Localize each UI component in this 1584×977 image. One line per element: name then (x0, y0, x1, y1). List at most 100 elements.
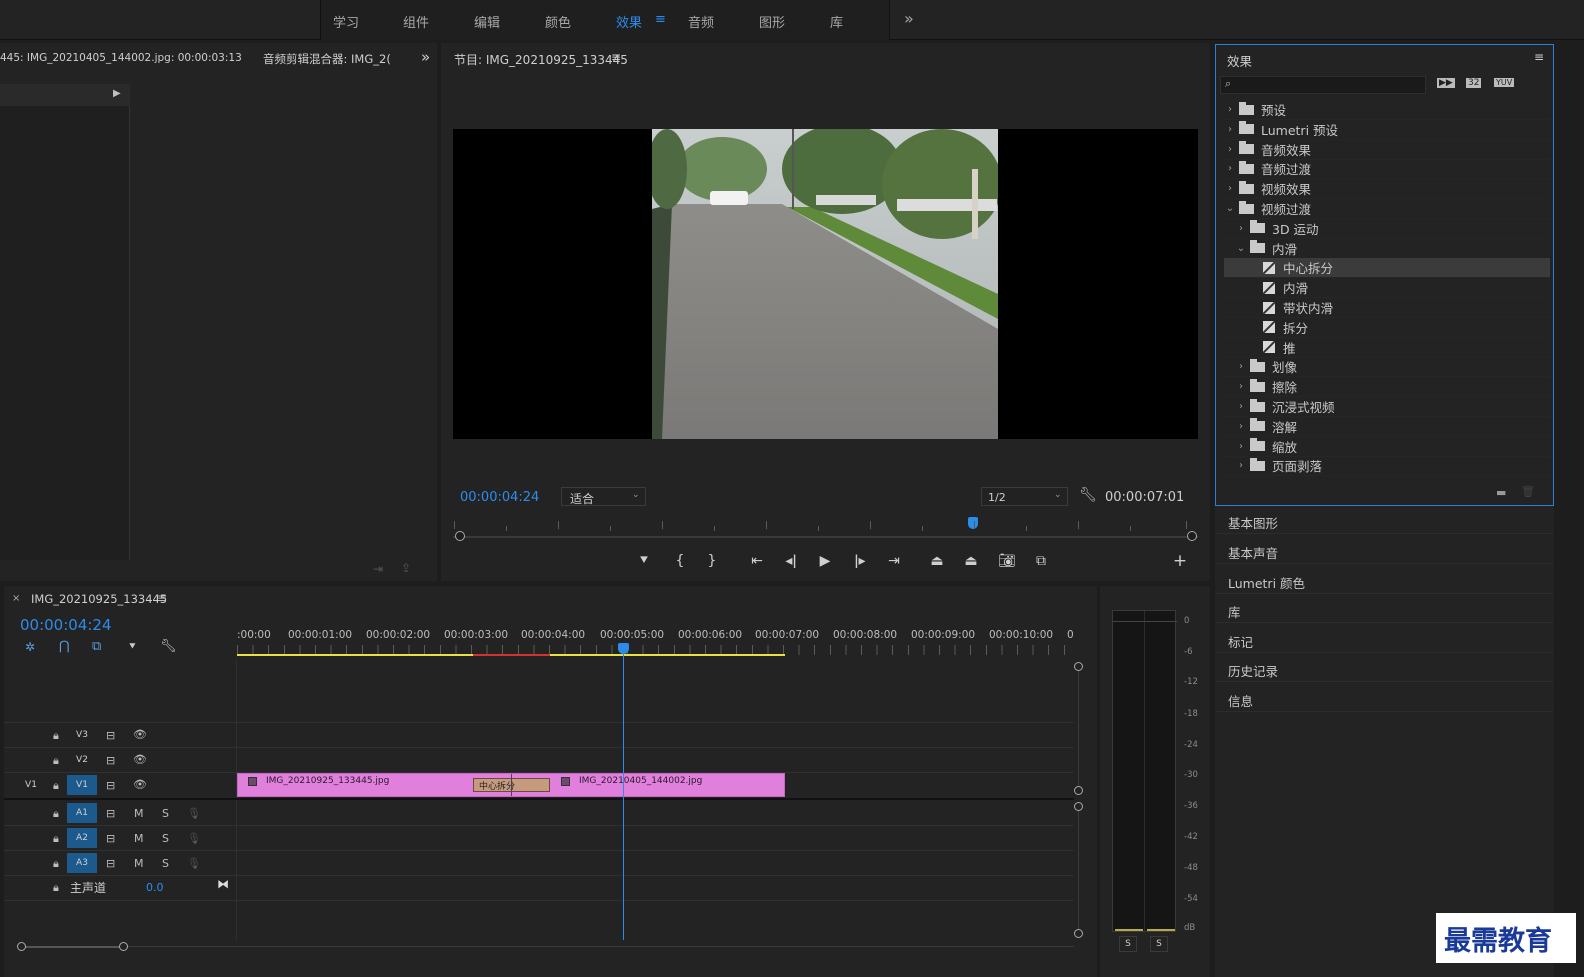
program-monitor-title[interactable]: 节目: IMG_20210925_133445 (454, 51, 628, 68)
chevron-right-icon[interactable]: › (1235, 441, 1247, 452)
chevron-right-icon[interactable]: › (1224, 124, 1236, 135)
audio-scroll-handle-top[interactable] (1074, 802, 1083, 811)
video-scroll-handle-bottom[interactable] (1074, 786, 1083, 795)
audio-scroll-handle-bottom[interactable] (1074, 929, 1083, 938)
effects-tree-item[interactable]: › 3D 运动 (1224, 219, 1550, 239)
insert-nest-icon[interactable]: ✲ (25, 640, 35, 654)
effects-tree-item[interactable]: › 音频过渡 (1224, 159, 1550, 180)
track-a1-label[interactable]: A1 (67, 803, 97, 823)
effects-tree-item[interactable]: › 划像 (1224, 357, 1550, 378)
accelerated-effects-icon[interactable]: ▶▶ (1437, 78, 1455, 88)
effects-panel-title[interactable]: 效果 (1227, 51, 1252, 70)
new-bin-icon[interactable]: ▬ (1496, 486, 1506, 499)
chevron-right-icon[interactable]: › (1235, 361, 1247, 372)
panel-markers[interactable]: 标记 (1216, 624, 1553, 653)
panel-libraries[interactable]: 库 (1216, 594, 1553, 623)
mute-button[interactable]: M (134, 857, 144, 870)
sync-lock-icon[interactable]: ⊟ (106, 832, 115, 845)
mark-out-icon[interactable]: } (700, 553, 724, 569)
sync-lock-icon[interactable]: ⊟ (106, 807, 115, 820)
yuv-effects-icon[interactable]: YUV (1494, 78, 1515, 87)
go-to-in-icon[interactable]: ⇤ (745, 553, 769, 569)
sync-lock-icon[interactable]: ⊟ (106, 857, 115, 870)
workspace-tab-learn[interactable]: 学习 (333, 12, 359, 31)
effects-tree-item[interactable]: › 视频效果 (1224, 179, 1550, 200)
export-icon[interactable]: ⇪ (401, 561, 411, 575)
workspace-tab-effects[interactable]: 效果 (616, 12, 642, 31)
chevron-right-icon[interactable]: › (1224, 104, 1236, 115)
lock-icon[interactable]: 🔒︎ (53, 779, 59, 793)
sync-lock-icon[interactable]: ⊟ (106, 779, 115, 792)
panel-lumetri-color[interactable]: Lumetri 颜色 (1216, 565, 1553, 594)
linked-selection-icon[interactable]: ⧉ (92, 639, 101, 654)
program-menu-icon[interactable]: ≡ (611, 50, 621, 64)
audio-clip-mixer-tab[interactable]: 音频剪辑混合器: IMG_2( (263, 51, 391, 67)
insert-icon[interactable]: ⇥ (373, 562, 383, 576)
panel-essential-sound[interactable]: 基本声音 (1216, 535, 1553, 564)
lock-icon[interactable]: 🔒︎ (53, 754, 59, 768)
chevron-right-icon[interactable]: › (1224, 144, 1236, 155)
mark-in-icon[interactable]: { (668, 553, 692, 569)
32bit-effects-icon[interactable]: 32 (1466, 78, 1482, 88)
workspace-menu-icon[interactable]: ≡ (655, 12, 666, 27)
workspace-tab-audio[interactable]: 音频 (688, 12, 714, 31)
effects-tree-item[interactable]: 拆分 (1224, 318, 1550, 338)
close-icon[interactable]: × (12, 593, 20, 604)
microphone-icon[interactable]: 🎙︎ (187, 857, 201, 870)
clip-img-144002[interactable]: IMG_20210405_144002.jpg (551, 774, 784, 796)
mute-button[interactable]: M (134, 832, 144, 845)
export-frame-icon[interactable]: 📷︎ (995, 553, 1019, 569)
effects-tree-item[interactable]: › Lumetri 预设 (1224, 120, 1550, 140)
effects-tree-item[interactable]: 带状内滑 (1224, 298, 1550, 318)
effects-tree-item[interactable]: ⌄ 视频过渡 (1224, 199, 1550, 219)
zoom-handle-left[interactable] (455, 531, 465, 541)
panel-essential-graphics[interactable]: 基本图形 (1216, 505, 1553, 534)
add-marker-icon[interactable]: ⯆ (632, 553, 656, 569)
track-a2-label[interactable]: A2 (67, 828, 97, 848)
clip-img-133445[interactable]: IMG_20210925_133445.jpg (238, 774, 510, 796)
solo-button[interactable]: S (162, 807, 169, 820)
effects-tree-item[interactable]: 内滑 (1224, 278, 1550, 299)
lock-icon[interactable]: 🔒︎ (53, 881, 59, 895)
panel-info[interactable]: 信息 (1216, 683, 1553, 712)
lock-icon[interactable]: 🔒︎ (53, 857, 59, 871)
chevron-down-icon[interactable]: ⌄ (1224, 203, 1236, 214)
chevron-right-icon[interactable]: › (1235, 401, 1247, 412)
effects-tree-item[interactable]: › 页面剥落 (1224, 456, 1550, 477)
workspace-tab-color[interactable]: 颜色 (545, 12, 571, 31)
add-marker-icon[interactable]: ⯆ (128, 640, 137, 654)
lock-icon[interactable]: 🔒︎ (53, 729, 59, 743)
extract-icon[interactable]: ⏏ (959, 553, 983, 569)
microphone-icon[interactable]: 🎙︎ (187, 832, 201, 845)
mute-button[interactable]: M (134, 807, 144, 820)
chevron-right-icon[interactable]: › (1235, 460, 1247, 471)
source-patch-v1[interactable]: V1 (16, 775, 46, 795)
effects-tree-item[interactable]: › 溶解 (1224, 417, 1550, 437)
program-current-time[interactable]: 00:00:04:24 (460, 490, 539, 505)
track-v3-label[interactable]: V3 (67, 725, 97, 745)
timeline-scroll-thumb[interactable] (22, 946, 122, 948)
lock-icon[interactable]: 🔒︎ (53, 807, 59, 821)
go-to-edit-icon[interactable]: ⧓ (217, 877, 229, 891)
panel-overflow-icon[interactable]: » (421, 48, 430, 66)
effects-tree-item[interactable]: › 音频效果 (1224, 140, 1550, 160)
workspace-tab-libraries[interactable]: 库 (830, 12, 843, 31)
chevron-right-icon[interactable]: › (1224, 163, 1236, 174)
eye-icon[interactable]: 👁︎ (133, 753, 147, 766)
chevron-down-icon[interactable]: ⌄ (1235, 243, 1247, 254)
timeline-horizontal-scrollbar[interactable] (20, 946, 1074, 947)
source-tab[interactable]: 445: IMG_20210405_144002.jpg: 00:00:03:1… (0, 52, 242, 64)
snap-magnet-icon[interactable]: ⋂ (59, 639, 70, 654)
effects-tree-item[interactable]: › 沉浸式视频 (1224, 397, 1550, 417)
track-v1-label[interactable]: V1 (67, 775, 97, 795)
track-v2-label[interactable]: V2 (67, 750, 97, 770)
video-scroll-handle-top[interactable] (1074, 662, 1083, 671)
zoom-handle-right[interactable] (1187, 531, 1197, 541)
workspace-overflow-icon[interactable]: » (904, 9, 914, 28)
add-button-icon[interactable]: + (1168, 551, 1192, 571)
chevron-right-icon[interactable]: › (1224, 183, 1236, 194)
effects-tree-item[interactable]: 推 (1224, 338, 1550, 358)
zoom-scroll-bar[interactable] (453, 536, 1198, 538)
delete-icon[interactable]: 🗑︎ (1521, 485, 1535, 498)
meter-solo-left[interactable]: S (1119, 936, 1137, 952)
